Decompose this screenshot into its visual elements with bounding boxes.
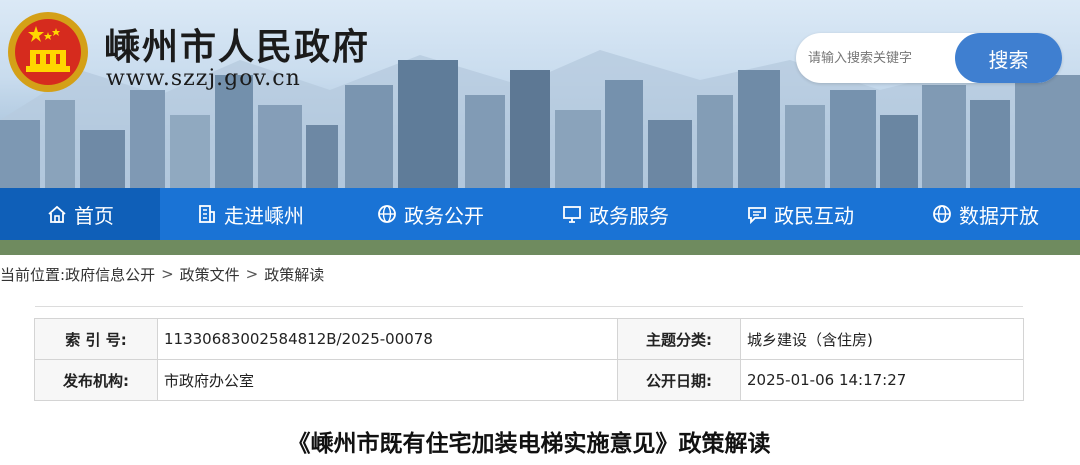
- table-row: 发布机构: 市政府办公室 公开日期: 2025-01-06 14:17:27: [34, 359, 1024, 401]
- nav-item-label: 首页: [74, 203, 114, 228]
- breadcrumb-separator: >: [245, 265, 259, 283]
- date-label: 公开日期:: [617, 359, 741, 401]
- publisher-value: 市政府办公室: [157, 359, 618, 401]
- chat-icon: [748, 207, 766, 225]
- building-icon: [199, 205, 215, 223]
- topic-label: 主题分类:: [617, 318, 741, 360]
- breadcrumb: 当前位置: 政府信息公开 > 政策文件 > 政策解读: [0, 261, 324, 287]
- home-icon: [48, 205, 66, 223]
- nav-item-interaction[interactable]: 政民互动: [710, 188, 890, 240]
- nav-item-label: 政务服务: [589, 203, 669, 228]
- breadcrumb-separator: >: [161, 265, 174, 283]
- date-value: 2025-01-06 14:17:27: [740, 359, 1024, 401]
- nav-item-label: 政务公开: [404, 203, 484, 228]
- breadcrumb-item[interactable]: 政府信息公开: [65, 264, 155, 285]
- article-title: 《嵊州市既有住宅加装电梯实施意见》政策解读: [287, 431, 771, 457]
- publisher-label: 发布机构:: [34, 359, 158, 401]
- breadcrumb-item[interactable]: 政策解读: [264, 264, 324, 285]
- nav-item-about[interactable]: 走进嵊州: [160, 188, 340, 240]
- topic-value: 城乡建设（含住房): [740, 318, 1024, 360]
- nav-item-label: 数据开放: [959, 203, 1039, 228]
- globe-icon: [933, 205, 951, 223]
- breadcrumb-prefix: 当前位置:: [0, 265, 66, 284]
- breadcrumb-item[interactable]: 政策文件: [180, 264, 240, 285]
- nav-item-gov-service[interactable]: 政务服务: [520, 188, 710, 240]
- index-value: 11330683002584812B/2025-00078: [157, 318, 618, 360]
- nav-item-gov-open[interactable]: 政务公开: [340, 188, 520, 240]
- search-box: 搜索: [796, 33, 1062, 83]
- nav-item-home[interactable]: 首页: [0, 188, 160, 240]
- index-label: 索 引 号:: [34, 318, 158, 360]
- search-input[interactable]: [808, 45, 948, 71]
- nav-item-label: 走进嵊州: [224, 203, 304, 228]
- table-row: 索 引 号: 11330683002584812B/2025-00078 主题分…: [34, 318, 1024, 360]
- monitor-icon: [563, 206, 581, 223]
- search-button[interactable]: 搜索: [955, 33, 1062, 83]
- globe-icon: [378, 205, 396, 223]
- site-url[interactable]: www.szzj.gov.cn: [106, 66, 301, 91]
- site-title[interactable]: 嵊州市人民政府: [104, 18, 370, 70]
- nav-item-open-data[interactable]: 数据开放: [890, 188, 1080, 240]
- header-banner: 嵊州市人民政府 www.szzj.gov.cn 搜索 首页 走进嵊州 政务公开 …: [0, 0, 1080, 255]
- content-divider: [35, 306, 1023, 307]
- main-nav: 首页 走进嵊州 政务公开 政务服务 政民互动 数据开放: [0, 188, 1080, 240]
- nav-item-label: 政民互动: [774, 203, 854, 228]
- document-meta-table: 索 引 号: 11330683002584812B/2025-00078 主题分…: [34, 318, 1024, 401]
- national-emblem-icon: [8, 12, 88, 92]
